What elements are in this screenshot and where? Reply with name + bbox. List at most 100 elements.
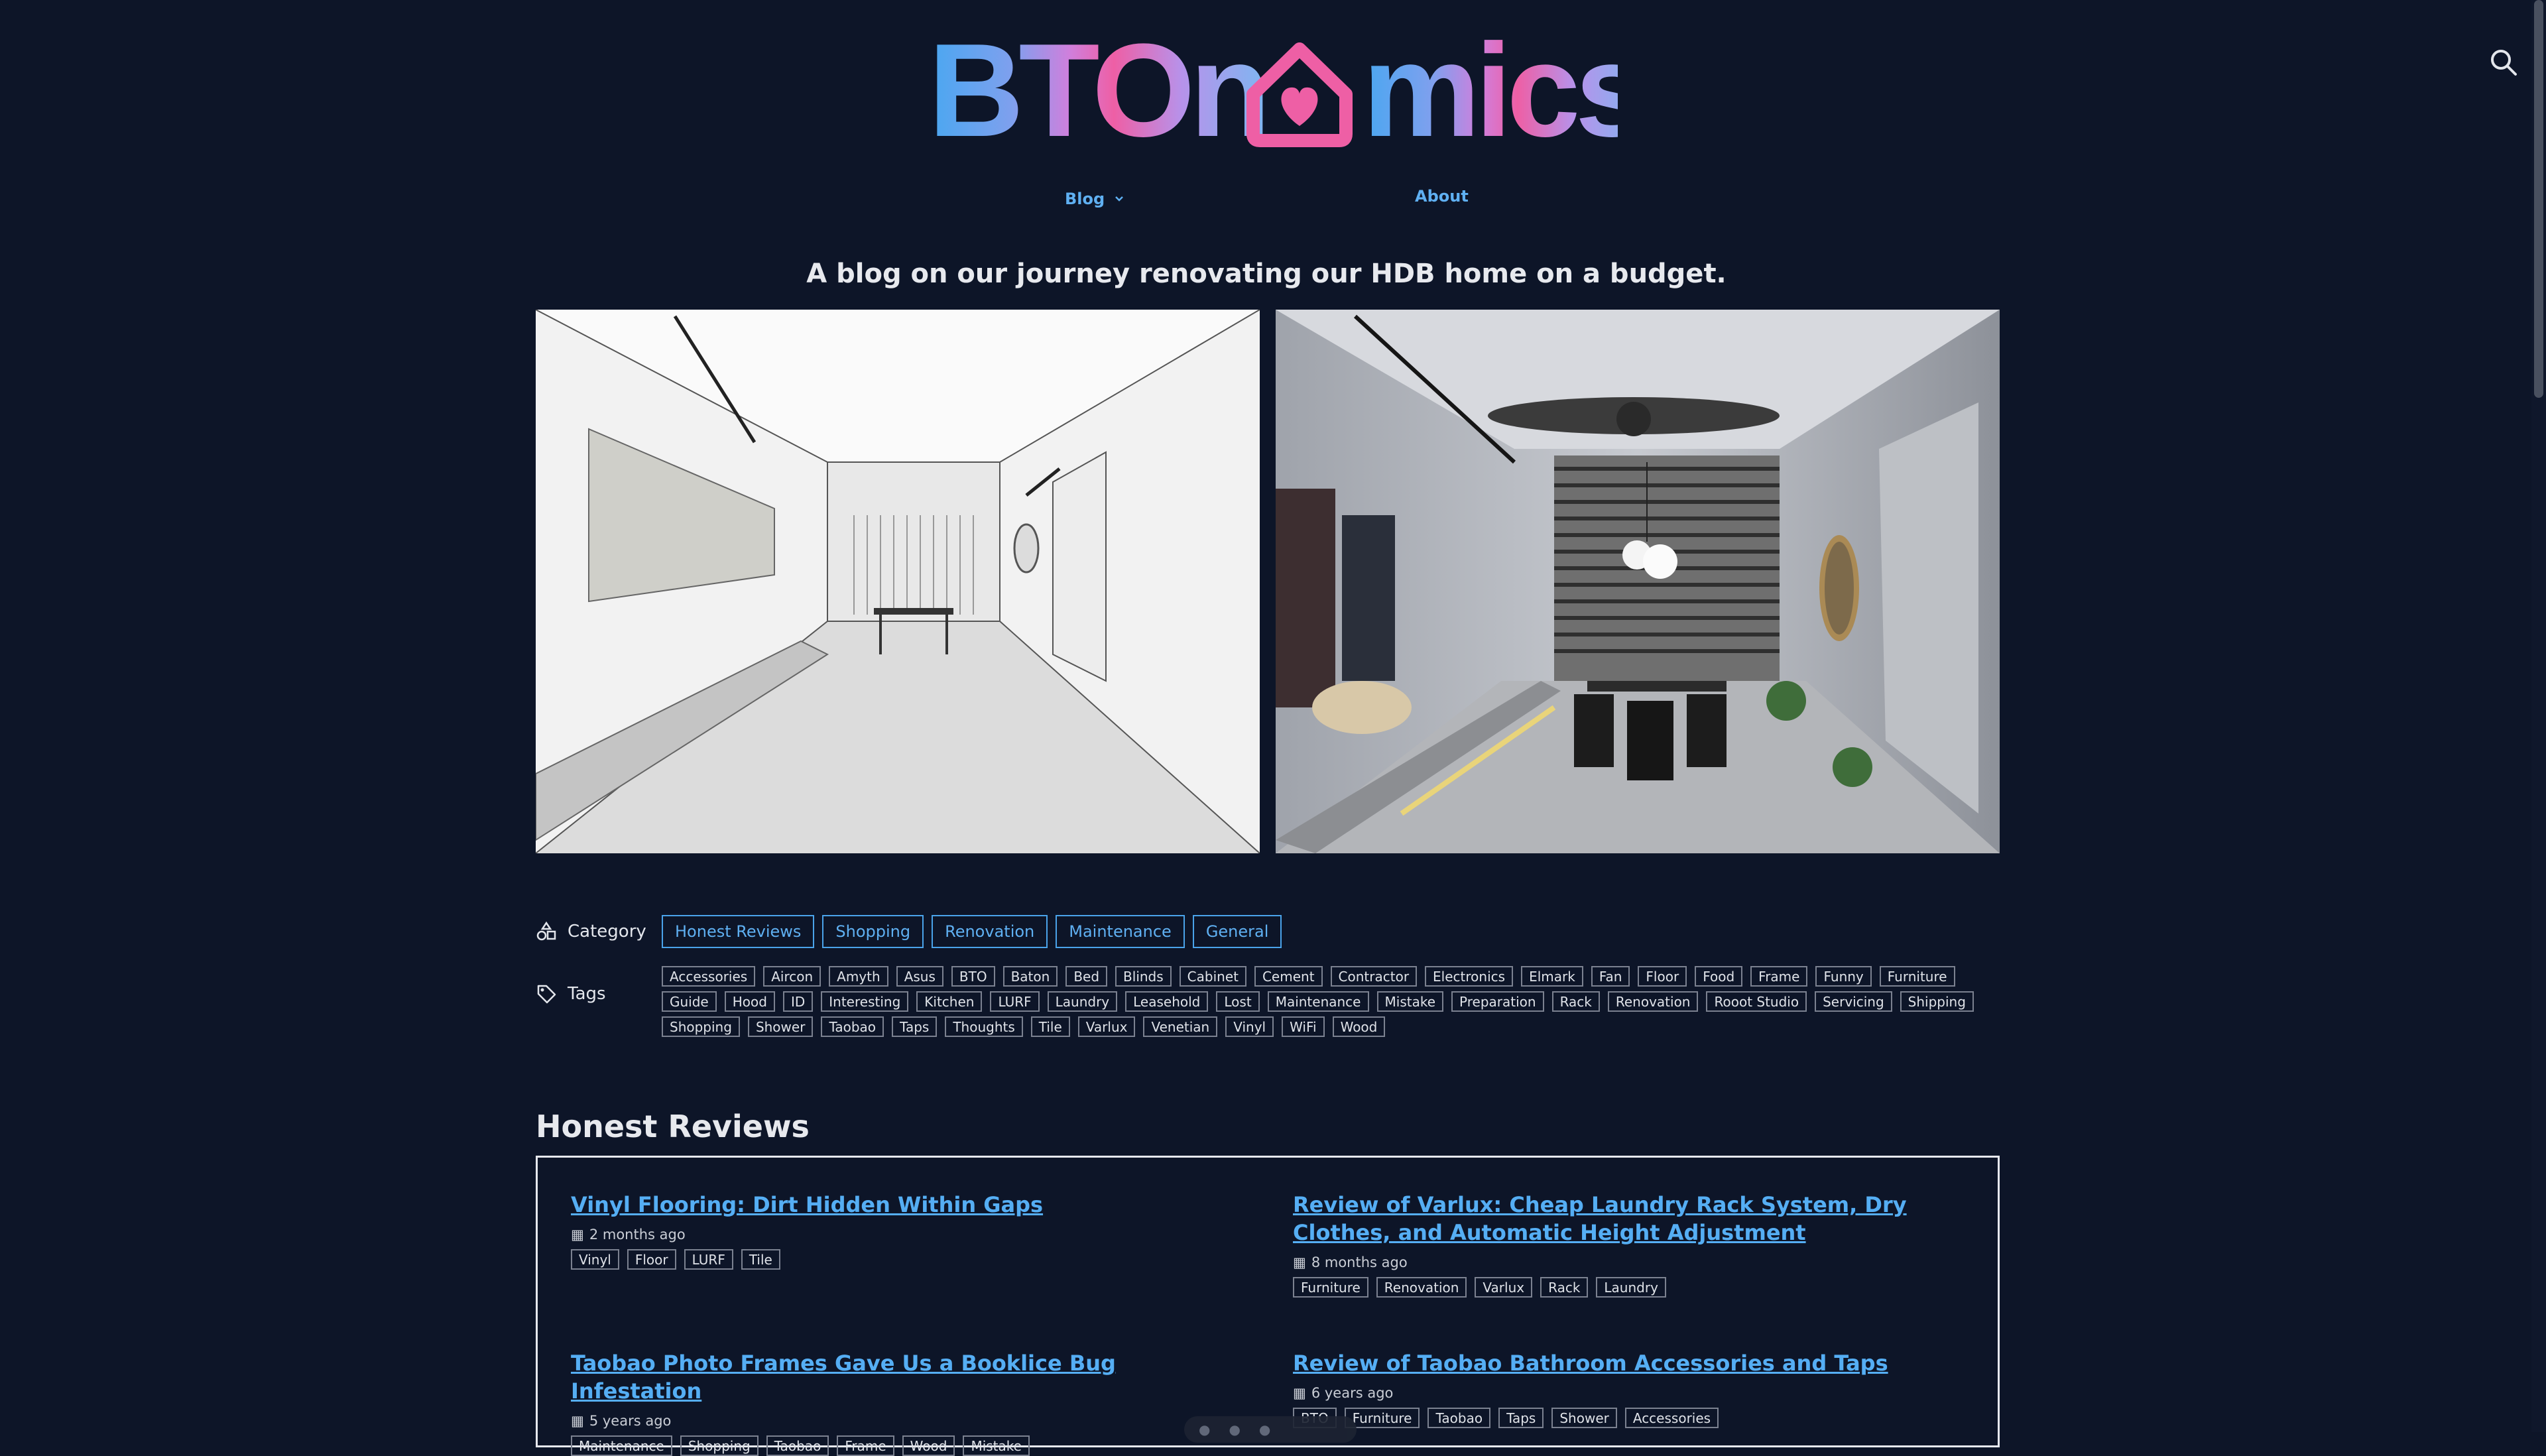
post-tag-chip[interactable]: Varlux (1475, 1277, 1533, 1298)
tag-list: Accessories Aircon Amyth Asus BTO Baton Bed Bli… (662, 966, 1994, 1037)
post-tag-chip[interactable]: Taps (1498, 1408, 1544, 1428)
category-button[interactable]: Shopping (822, 915, 924, 948)
category-button[interactable]: Honest Reviews (662, 915, 815, 948)
tag-chip[interactable]: WiFi (1282, 1016, 1325, 1037)
calendar-icon: ▦ (1293, 1254, 1306, 1270)
calendar-icon: ▦ (571, 1227, 584, 1243)
nav-about[interactable]: About (1415, 187, 1469, 211)
post-tags: Vinyl Floor LURF Tile (571, 1249, 1234, 1270)
floating-toolbar[interactable]: ● ● ● (1184, 1416, 1357, 1443)
tag-chip[interactable]: Contractor (1330, 966, 1418, 987)
site-tagline: A blog on our journey renovating our HDB… (806, 259, 1727, 289)
tag-chip[interactable]: Cabinet (1179, 966, 1246, 987)
tag-chip[interactable]: Shower (747, 1016, 814, 1037)
tag-chip[interactable]: Mistake (1376, 991, 1444, 1012)
tag-chip[interactable]: BTO (951, 966, 995, 987)
tag-chip[interactable]: Laundry (1047, 991, 1118, 1012)
tag-chip[interactable]: Asus (896, 966, 943, 987)
tag-chip[interactable]: ID (782, 991, 814, 1012)
post-tag-chip[interactable]: Tile (741, 1249, 780, 1270)
category-label: Category (568, 922, 646, 941)
toolbar-icon[interactable]: ● (1229, 1422, 1240, 1437)
tag-chip[interactable]: Accessories (662, 966, 756, 987)
tag-chip[interactable]: Wood (1332, 1016, 1386, 1037)
tags-heading: Tags (536, 981, 606, 1007)
tag-chip[interactable]: Electronics (1425, 966, 1514, 987)
tag-chip[interactable]: Frame (1750, 966, 1808, 987)
calendar-icon: ▦ (1293, 1385, 1306, 1401)
post-tag-chip[interactable]: Taobao (1427, 1408, 1491, 1428)
scrollbar-thumb[interactable] (2534, 0, 2543, 398)
tag-chip[interactable]: Blinds (1115, 966, 1172, 987)
post-tag-chip[interactable]: Shopping (680, 1435, 758, 1456)
post-tags: BTOFurnitureTaobaoTapsShowerAccessories (1293, 1408, 1956, 1428)
house-heart-icon (1246, 42, 1353, 147)
post-tag-chip[interactable]: LURF (684, 1249, 733, 1270)
post-date: ▦ 2 months ago (571, 1227, 1234, 1243)
tag-chip[interactable]: Floor (1638, 966, 1687, 987)
tag-chip[interactable]: Funny (1815, 966, 1872, 987)
tag-chip[interactable]: Tile (1030, 1016, 1070, 1037)
tag-chip[interactable]: Varlux (1077, 1016, 1136, 1037)
toolbar-icon[interactable]: ● (1199, 1422, 1210, 1437)
tag-chip[interactable]: Renovation (1607, 991, 1699, 1012)
post-tag-chip[interactable]: Vinyl (571, 1249, 619, 1270)
post-tag-chip[interactable]: Rack (1540, 1277, 1589, 1298)
post-tag-chip[interactable]: Wood (902, 1435, 955, 1456)
tag-chip[interactable]: Amyth (829, 966, 888, 987)
category-button[interactable]: Renovation (932, 915, 1048, 948)
category-filter: Category Honest Reviews Shopping Renovatio… (536, 915, 2001, 948)
tag-chip[interactable]: Rooot Studio (1706, 991, 1807, 1012)
category-button[interactable]: General (1192, 915, 1282, 948)
post-tag-chip[interactable]: Frame (837, 1435, 894, 1456)
tag-chip[interactable]: Rack (1551, 991, 1600, 1012)
post-tag-chip[interactable]: Mistake (963, 1435, 1030, 1456)
tag-chip[interactable]: Interesting (821, 991, 909, 1012)
category-button[interactable]: Maintenance (1056, 915, 1185, 948)
tag-chip[interactable]: LURF (990, 991, 1040, 1012)
tag-chip[interactable]: Shopping (662, 1016, 740, 1037)
post-title[interactable]: Review of Taobao Bathroom Accessories an… (1293, 1349, 1956, 1377)
tag-chip[interactable]: Taps (892, 1016, 938, 1037)
tag-chip[interactable]: Elmark (1521, 966, 1583, 987)
post-tag-chip[interactable]: Shower (1551, 1408, 1617, 1428)
post-tag-chip[interactable]: Taobao (766, 1435, 829, 1456)
search-button[interactable] (2488, 46, 2519, 78)
tag-chip[interactable]: Servicing (1815, 991, 1892, 1012)
post-tag-chip[interactable]: Furniture (1293, 1277, 1368, 1298)
tag-chip[interactable]: Shipping (1900, 991, 1974, 1012)
tag-chip[interactable]: Hood (724, 991, 775, 1012)
tag-chip[interactable]: Cement (1254, 966, 1323, 987)
tag-chip[interactable]: Baton (1002, 966, 1058, 987)
tag-chip[interactable]: Aircon (763, 966, 821, 987)
post-title[interactable]: Vinyl Flooring: Dirt Hidden Within Gaps (571, 1191, 1234, 1219)
toolbar-icon[interactable]: ● (1259, 1422, 1270, 1437)
post-tag-chip[interactable]: Laundry (1596, 1277, 1666, 1298)
post-title[interactable]: Taobao Photo Frames Gave Us a Booklice B… (571, 1349, 1234, 1405)
tag-chip[interactable]: Lost (1216, 991, 1260, 1012)
post-tag-chip[interactable]: Accessories (1624, 1408, 1719, 1428)
site-logo[interactable]: BTOn mics (928, 27, 1618, 152)
tag-chip[interactable]: Bed (1065, 966, 1108, 987)
tag-chip[interactable]: Kitchen (916, 991, 983, 1012)
post-tag-chip[interactable]: Renovation (1376, 1277, 1467, 1298)
tag-chip[interactable]: Food (1695, 966, 1743, 987)
tag-chip[interactable]: Taobao (821, 1016, 884, 1037)
tag-chip[interactable]: Furniture (1879, 966, 1955, 987)
post-card: Taobao Photo Frames Gave Us a Booklice B… (571, 1349, 1234, 1456)
tag-chip[interactable]: Preparation (1451, 991, 1544, 1012)
tag-chip[interactable]: Venetian (1143, 1016, 1218, 1037)
tag-chip[interactable]: Fan (1591, 966, 1630, 987)
tag-chip[interactable]: Guide (662, 991, 717, 1012)
post-tag-chip[interactable]: Maintenance (571, 1435, 672, 1456)
post-title[interactable]: Review of Varlux: Cheap Laundry Rack Sys… (1293, 1191, 1956, 1246)
shapes-icon (536, 921, 556, 941)
nav-blog[interactable]: Blog (1065, 187, 1124, 211)
tag-chip[interactable]: Maintenance (1267, 991, 1369, 1012)
page-scrollbar[interactable] (2531, 0, 2546, 1432)
tag-chip[interactable]: Thoughts (945, 1016, 1023, 1037)
post-date-text: 2 months ago (589, 1227, 686, 1243)
post-tag-chip[interactable]: Floor (627, 1249, 676, 1270)
tag-chip[interactable]: Leasehold (1125, 991, 1209, 1012)
tag-chip[interactable]: Vinyl (1225, 1016, 1274, 1037)
